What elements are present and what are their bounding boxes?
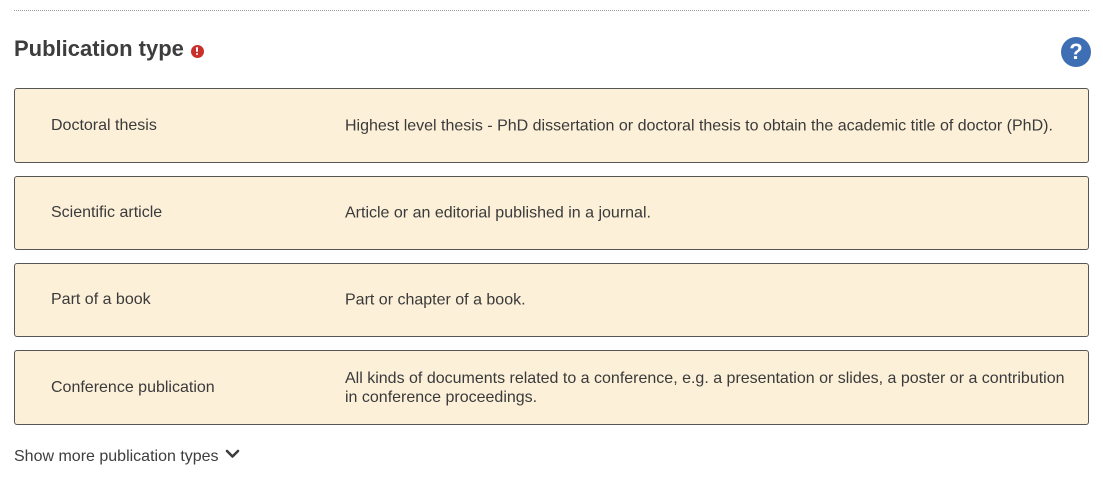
type-option-description: Highest level thesis - PhD dissertation …	[345, 117, 1053, 134]
section-title-text: Publication type	[14, 36, 184, 61]
type-option-doctoral-thesis[interactable]: Doctoral thesis Highest level thesis - P…	[14, 88, 1089, 163]
type-option-description: All kinds of documents related to a conf…	[345, 369, 1065, 406]
type-option-name: Doctoral thesis	[51, 116, 157, 134]
type-option-name: Scientific article	[51, 204, 163, 221]
question-circle-icon: ?	[1069, 39, 1083, 64]
section-divider	[14, 10, 1089, 11]
type-option-name: Part of a book	[51, 291, 151, 308]
help-button[interactable]: ?	[1061, 37, 1091, 67]
type-option-conference-publication[interactable]: Conference publication All kinds of docu…	[14, 350, 1089, 425]
show-more-label: Show more publication types	[14, 448, 219, 466]
section-title: Publication type	[14, 35, 204, 63]
show-more-types-link[interactable]: Show more publication types	[14, 447, 240, 467]
type-option-description: Part or chapter of a book.	[345, 291, 526, 309]
chevron-down-icon	[225, 445, 240, 465]
publication-type-list: Doctoral thesis Highest level thesis - P…	[14, 88, 1089, 438]
type-option-name: Conference publication	[51, 378, 215, 396]
type-option-description: Article or an editorial published in a j…	[345, 204, 651, 222]
type-option-part-of-a-book[interactable]: Part of a book Part or chapter of a book…	[14, 263, 1089, 337]
exclamation-circle-icon	[190, 44, 204, 58]
type-option-scientific-article[interactable]: Scientific article Article or an editori…	[14, 176, 1089, 250]
section-header: Publication type ?	[14, 35, 1091, 69]
